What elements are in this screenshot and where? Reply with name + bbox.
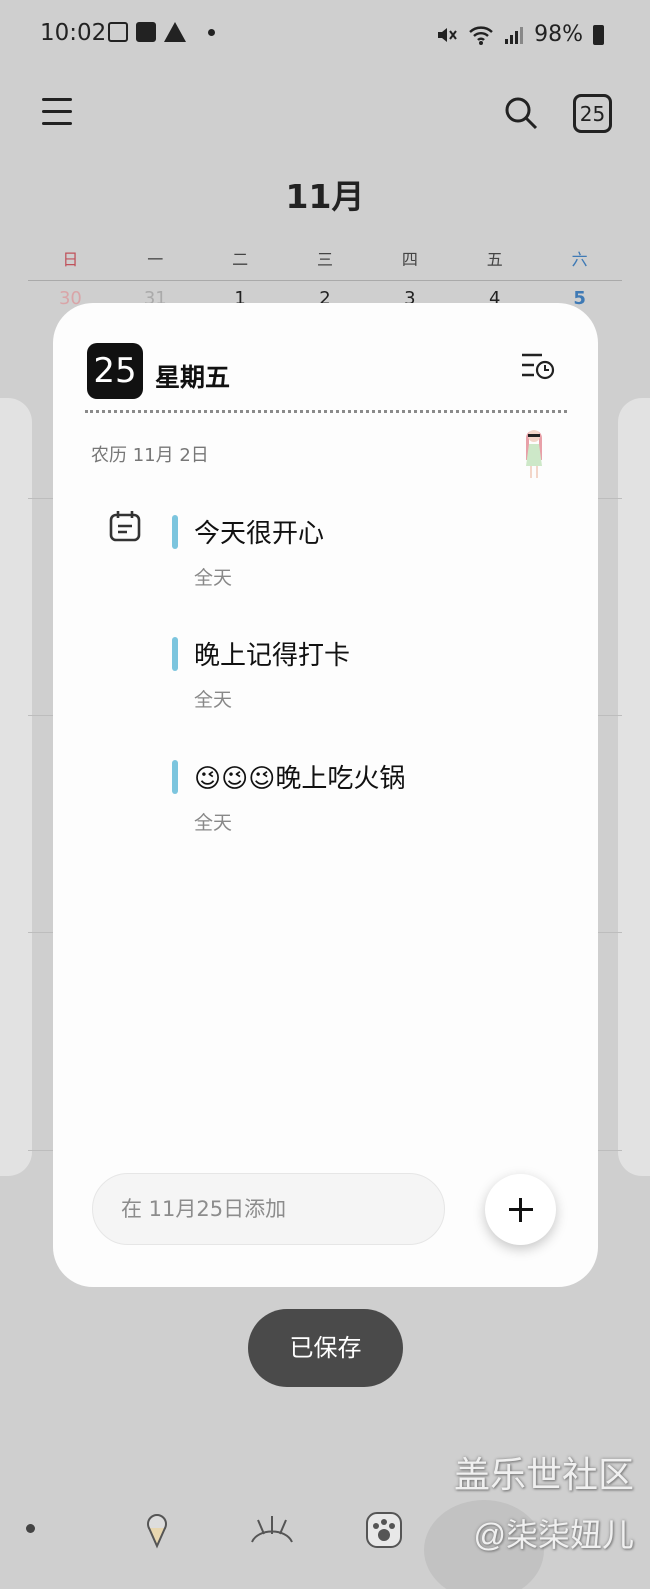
weekday-label: 五 [486,250,503,269]
ice-cream-icon[interactable] [137,1510,177,1550]
today-button[interactable]: 25 [573,94,612,133]
event-color-bar [172,760,178,794]
messenger-icon [136,22,156,42]
watermark-user: @柒柒妞儿 [473,1517,635,1553]
event-time: 全天 [194,812,233,834]
event-title: 😉😉😉晚上吃火锅 [194,764,406,794]
event-title: 今天很开心 [194,519,325,549]
weekday-label: 六 [571,250,588,269]
status-bar: 10:02 98% [0,0,650,70]
day-number-badge: 25 [87,343,143,399]
signal-icon [505,26,524,44]
weekday-label: 四 [401,250,418,269]
add-event-button[interactable] [485,1174,556,1245]
list-clock-icon[interactable] [521,351,555,381]
dot-icon [208,28,215,36]
sticker-icon[interactable] [248,1510,296,1550]
event-color-bar [172,515,178,549]
watermark-community: 盖乐世社区 [453,1454,634,1495]
event-title: 晚上记得打卡 [194,641,351,671]
weekday-label: 日 [62,250,79,269]
day-detail-card: 25 星期五 农历 11月 2日 今天很开心 全天 晚上记得打卡 全天 😉😉😉晚… [53,303,598,1287]
event-time: 全天 [194,689,233,711]
event-color-bar [172,637,178,671]
weekday-label: 二 [232,250,249,269]
menu-icon[interactable] [42,98,72,126]
dotted-divider [85,410,567,413]
prev-day-card[interactable] [0,398,32,1176]
warning-icon [164,22,186,42]
lunar-date: 农历 11月 2日 [91,445,209,466]
battery-percent: 98% [534,22,583,47]
dot-icon [26,1524,35,1533]
day-name: 星期五 [155,363,231,392]
saved-toast: 已保存 [248,1309,403,1387]
month-title[interactable]: 11月 [0,170,650,218]
add-event-input[interactable]: 在 11月25日添加 [92,1173,445,1245]
notification-icons [108,22,215,42]
divider [28,280,622,281]
calendar-event-icon [109,511,141,542]
search-icon[interactable] [504,96,538,130]
sticker-girl-icon [526,430,542,478]
wifi-icon [469,25,493,45]
battery-icon [593,24,604,45]
weekday-label: 一 [147,250,164,269]
image-icon [108,22,128,42]
event-time: 全天 [194,567,233,589]
system-icons: 98% [436,22,604,47]
weekday-label: 三 [317,250,334,269]
weekday-header: 日 一 二 三 四 五 六 [28,246,622,270]
status-time: 10:02 [40,20,107,46]
next-day-card[interactable] [618,398,650,1176]
mute-icon [438,27,457,42]
paw-icon[interactable] [364,1510,404,1550]
